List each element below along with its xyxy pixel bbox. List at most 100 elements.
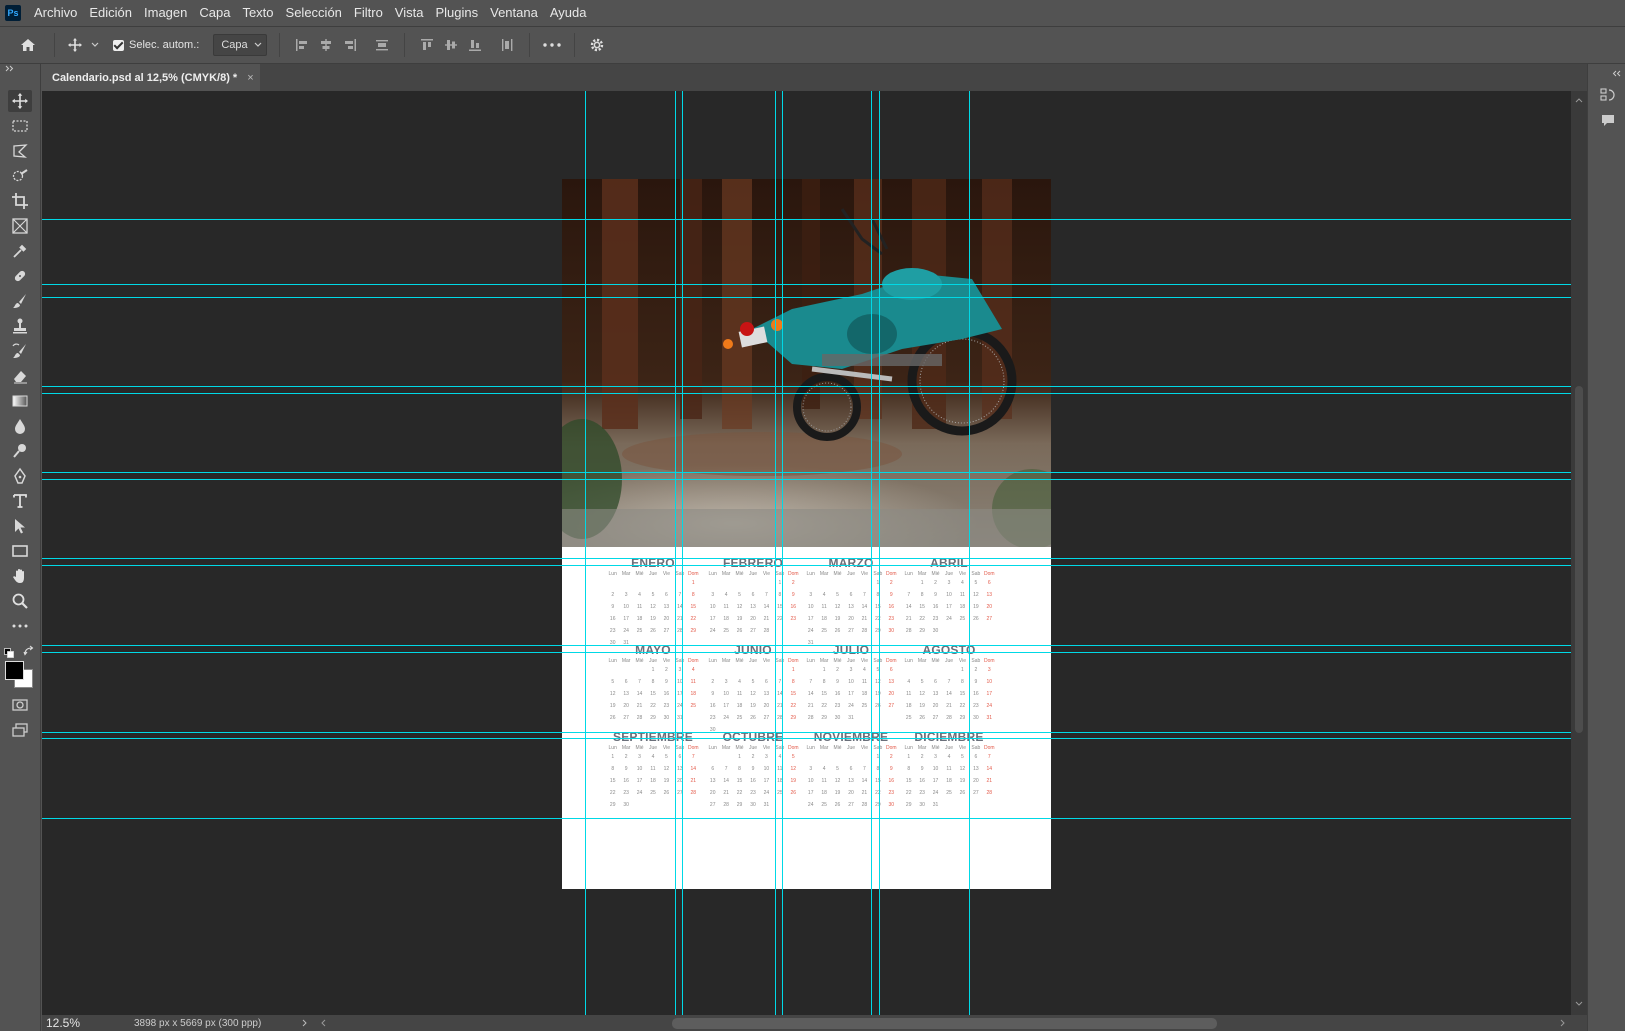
menu-vista[interactable]: Vista bbox=[395, 5, 432, 20]
hand-tool-icon[interactable] bbox=[8, 565, 32, 587]
menu-ayuda[interactable]: Ayuda bbox=[550, 5, 595, 20]
dodge-tool-icon[interactable] bbox=[8, 440, 32, 462]
distribute-horizontal-icon[interactable] bbox=[495, 38, 519, 52]
horizontal-guide[interactable] bbox=[42, 645, 1571, 646]
horizontal-guide[interactable] bbox=[42, 479, 1571, 480]
chevron-down-icon[interactable] bbox=[1575, 1001, 1583, 1007]
collapse-panel-icon[interactable] bbox=[1612, 64, 1622, 82]
marquee-tool-icon[interactable] bbox=[8, 115, 32, 137]
day-cell: 20 bbox=[663, 616, 670, 622]
align-top-icon[interactable] bbox=[415, 38, 439, 52]
frame-tool-icon[interactable] bbox=[8, 215, 32, 237]
document-canvas[interactable]: ENERO Lun Mar Mié Jue Vie Sab Dom 1 2 3 4 5 6 7 8 9 10 11 1… bbox=[562, 179, 1051, 889]
chevron-right-icon[interactable] bbox=[1560, 1019, 1566, 1027]
menu-edicion[interactable]: Edición bbox=[89, 5, 140, 20]
menu-texto[interactable]: Texto bbox=[242, 5, 281, 20]
align-left-icon[interactable] bbox=[290, 38, 314, 52]
comments-panel-icon[interactable] bbox=[1599, 112, 1617, 130]
menu-ventana[interactable]: Ventana bbox=[490, 5, 546, 20]
horizontal-guide[interactable] bbox=[42, 652, 1571, 653]
menu-capa[interactable]: Capa bbox=[199, 5, 238, 20]
align-bottom-icon[interactable] bbox=[463, 38, 487, 52]
quick-selection-tool-icon[interactable] bbox=[8, 165, 32, 187]
day-cell: 30 bbox=[973, 715, 979, 721]
horizontal-guide[interactable] bbox=[42, 472, 1571, 473]
horizontal-guide[interactable] bbox=[42, 284, 1571, 285]
healing-brush-tool-icon[interactable] bbox=[8, 265, 32, 287]
document-info[interactable]: 3898 px x 5669 px (300 ppp) bbox=[134, 1018, 261, 1029]
horizontal-guide[interactable] bbox=[42, 738, 1571, 739]
day-cell: 23 bbox=[623, 790, 629, 796]
align-right-icon[interactable] bbox=[338, 38, 362, 52]
clone-stamp-tool-icon[interactable] bbox=[8, 315, 32, 337]
horizontal-guide[interactable] bbox=[42, 565, 1571, 566]
history-brush-tool-icon[interactable] bbox=[8, 340, 32, 362]
horizontal-guide[interactable] bbox=[42, 219, 1571, 220]
distribute-vertical-icon[interactable] bbox=[370, 38, 394, 52]
blur-tool-icon[interactable] bbox=[8, 415, 32, 437]
vertical-guide[interactable] bbox=[585, 91, 586, 1015]
eraser-tool-icon[interactable] bbox=[8, 365, 32, 387]
eyedropper-tool-icon[interactable] bbox=[8, 240, 32, 262]
horizontal-scrollbar-thumb[interactable] bbox=[672, 1018, 1217, 1029]
move-tool-icon[interactable] bbox=[8, 90, 32, 112]
menu-seleccion[interactable]: Selección bbox=[286, 5, 350, 20]
close-icon[interactable]: × bbox=[247, 72, 253, 84]
gear-icon[interactable] bbox=[585, 37, 609, 53]
type-tool-icon[interactable] bbox=[8, 490, 32, 512]
horizontal-guide[interactable] bbox=[42, 732, 1571, 733]
vertical-guide[interactable] bbox=[969, 91, 970, 1015]
chevron-up-icon[interactable] bbox=[1575, 97, 1583, 103]
zoom-tool-icon[interactable] bbox=[8, 590, 32, 612]
chevron-down-icon[interactable] bbox=[89, 42, 101, 48]
home-icon[interactable] bbox=[16, 36, 40, 54]
day-cell: 25 bbox=[959, 616, 966, 622]
gradient-tool-icon[interactable] bbox=[8, 390, 32, 412]
collapse-panel-icon[interactable] bbox=[5, 64, 15, 74]
pen-tool-icon[interactable] bbox=[8, 465, 32, 487]
vertical-guide[interactable] bbox=[782, 91, 783, 1015]
auto-select-checkbox[interactable] bbox=[113, 39, 124, 51]
align-center-horizontal-icon[interactable] bbox=[314, 38, 338, 52]
more-tools-icon[interactable] bbox=[8, 615, 32, 637]
vertical-scrollbar[interactable] bbox=[1571, 91, 1587, 1015]
zoom-level-field[interactable]: 12.5% bbox=[42, 1016, 86, 1030]
quick-mask-icon[interactable] bbox=[8, 694, 32, 716]
chevron-left-icon[interactable] bbox=[320, 1019, 326, 1027]
vertical-scrollbar-thumb[interactable] bbox=[1575, 386, 1583, 733]
menu-archivo[interactable]: Archivo bbox=[34, 5, 85, 20]
rectangle-tool-icon[interactable] bbox=[8, 540, 32, 562]
menu-filtro[interactable]: Filtro bbox=[354, 5, 391, 20]
vertical-guide[interactable] bbox=[871, 91, 872, 1015]
path-selection-tool-icon[interactable] bbox=[8, 515, 32, 537]
screen-mode-icon[interactable] bbox=[8, 719, 32, 741]
layer-group-select[interactable]: Capa bbox=[213, 34, 268, 56]
move-tool-preset-icon[interactable] bbox=[65, 37, 85, 53]
crop-tool-icon[interactable] bbox=[8, 190, 32, 212]
menu-imagen[interactable]: Imagen bbox=[144, 5, 195, 20]
horizontal-guide[interactable] bbox=[42, 558, 1571, 559]
horizontal-guide[interactable] bbox=[42, 297, 1571, 298]
swap-colors-icon[interactable] bbox=[23, 644, 35, 656]
canvas-area[interactable]: ENERO Lun Mar Mié Jue Vie Sab Dom 1 2 3 4 5 6 7 8 9 10 11 1… bbox=[42, 91, 1571, 1015]
menu-plugins[interactable]: Plugins bbox=[435, 5, 486, 20]
lasso-tool-icon[interactable] bbox=[8, 140, 32, 162]
chevron-right-icon[interactable] bbox=[302, 1019, 308, 1027]
vertical-guide[interactable] bbox=[879, 91, 880, 1015]
weekday-label: Jue bbox=[648, 658, 658, 664]
vertical-guide[interactable] bbox=[682, 91, 683, 1015]
day-cell: 30 bbox=[834, 715, 841, 721]
horizontal-guide[interactable] bbox=[42, 386, 1571, 387]
foreground-color-swatch[interactable] bbox=[5, 661, 24, 680]
day-cell: 24 bbox=[932, 790, 939, 796]
horizontal-guide[interactable] bbox=[42, 818, 1571, 819]
align-middle-vertical-icon[interactable] bbox=[439, 38, 463, 52]
history-panel-icon[interactable] bbox=[1599, 86, 1617, 104]
document-tab[interactable]: Calendario.psd al 12,5% (CMYK/8) * × bbox=[42, 64, 260, 91]
brush-tool-icon[interactable] bbox=[8, 290, 32, 312]
default-colors-icon[interactable] bbox=[4, 645, 14, 658]
more-options-icon[interactable] bbox=[540, 43, 564, 47]
vertical-guide[interactable] bbox=[675, 91, 676, 1015]
horizontal-guide[interactable] bbox=[42, 393, 1571, 394]
vertical-guide[interactable] bbox=[775, 91, 776, 1015]
